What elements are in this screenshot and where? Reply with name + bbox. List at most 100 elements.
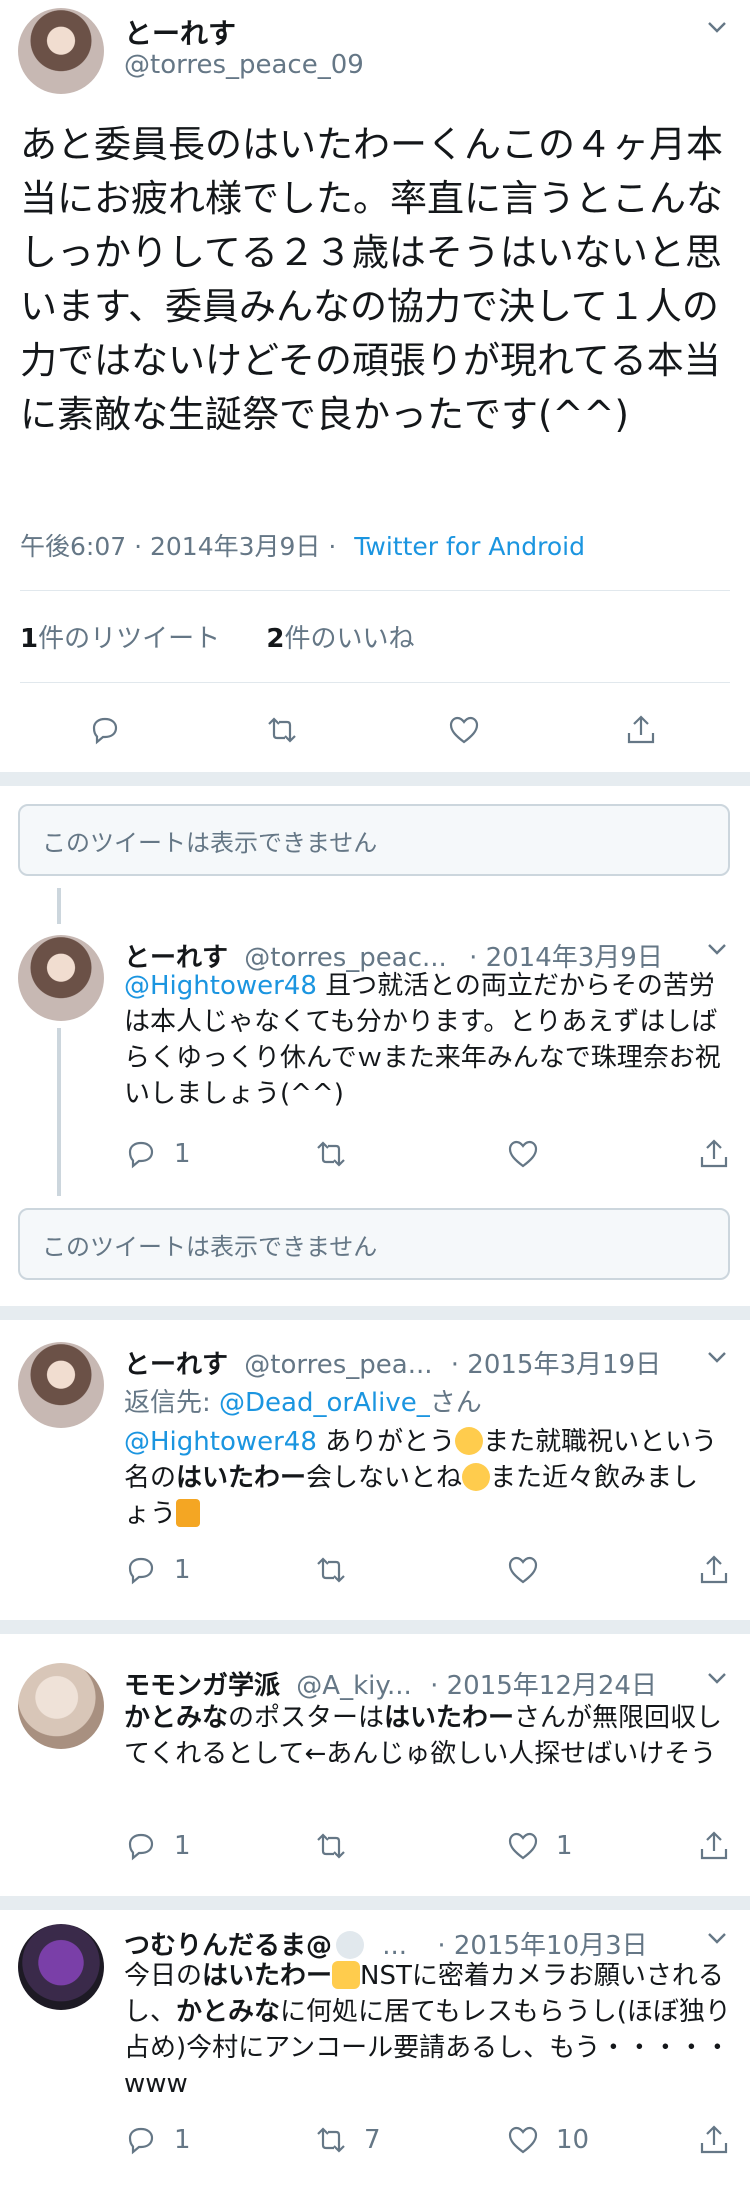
chevron-down-icon[interactable]: [706, 1346, 728, 1368]
divider: [20, 682, 730, 683]
tweet-date[interactable]: · 2015年10月3日: [437, 1931, 647, 1961]
like-icon: [508, 1832, 538, 1860]
like-icon: [449, 716, 479, 744]
avatar[interactable]: [18, 1342, 104, 1428]
like-button[interactable]: [447, 700, 481, 760]
reply-to-label: 返信先:: [124, 1388, 211, 1418]
tweet-date[interactable]: · 2015年12月24日: [430, 1671, 657, 1701]
like-button[interactable]: 10: [506, 2110, 589, 2170]
retweet-button[interactable]: [314, 1816, 364, 1876]
like-icon: [508, 2126, 538, 2154]
thread-line: [57, 888, 61, 924]
reply-to-suffix: さん: [429, 1388, 482, 1418]
chevron-down-icon[interactable]: [706, 1927, 728, 1949]
chevron-down-icon[interactable]: [706, 938, 728, 960]
avatar[interactable]: [18, 1663, 104, 1749]
share-icon: [700, 1831, 728, 1860]
section-separator: [0, 1896, 750, 1910]
avatar[interactable]: [18, 1924, 104, 2010]
avatar[interactable]: [18, 935, 104, 1021]
tweet-stats: 1件のリツイート 2件のいいね: [20, 618, 414, 655]
like-button[interactable]: 1: [506, 1816, 573, 1876]
likes-label: 件のいいね: [284, 624, 415, 654]
reply-button[interactable]: [88, 700, 122, 760]
retweets-stat[interactable]: 1件のリツイート: [20, 624, 228, 654]
section-separator: [0, 772, 750, 786]
like-button[interactable]: [506, 1540, 556, 1600]
tweet-meta: 午後6:07 · 2014年3月9日 · Twitter for Android: [20, 527, 585, 563]
reply-text: @Hightower48 ありがとう また就職祝いという名のはいたわー会しないとね…: [124, 1427, 718, 1529]
retweet-button[interactable]: [314, 1540, 364, 1600]
beer-mug-icon: [176, 1499, 201, 1527]
chevron-down-icon[interactable]: [706, 16, 728, 38]
share-icon: [700, 1555, 728, 1584]
reply-button[interactable]: 1: [124, 2110, 191, 2170]
reply-button[interactable]: 1: [124, 1816, 191, 1876]
reply-header: とーれす @torres_pea... · 2015年3月19日: [124, 1344, 661, 1381]
author-name[interactable]: つむりんだるま@: [124, 1931, 332, 1961]
likes-stat[interactable]: 2件のいいね: [266, 624, 414, 654]
smirking-face-icon: [462, 1463, 491, 1491]
reply-button[interactable]: 1: [124, 1540, 191, 1600]
tweet-text: あと委員長のはいたわーくんこの４ヶ月本当にお疲れ様でした。率直に言うとこんなしっ…: [20, 123, 723, 436]
reply-count: 1: [174, 2125, 191, 2155]
retweet-icon: [317, 1833, 345, 1859]
author-name[interactable]: とーれす: [124, 1350, 228, 1380]
author-name[interactable]: とーれす: [124, 12, 236, 52]
tweet-source[interactable]: Twitter for Android: [354, 532, 585, 561]
share-icon: [627, 715, 655, 744]
mention-link[interactable]: @Hightower48: [124, 971, 317, 1001]
share-button[interactable]: [697, 1816, 731, 1876]
retweets-label: 件のリツイート: [38, 624, 221, 654]
reply-text: @Hightower48 且つ就活との両立だからその苦労は本人じゃなくても分かり…: [124, 971, 721, 1109]
reply-text: 今日のはいたわー NSTに密着カメラお願いされるし、かとみなに何処に居てもレスもら…: [124, 1961, 731, 2099]
retweet-count: 7: [364, 2125, 381, 2155]
divider: [20, 590, 730, 591]
retweet-icon: [268, 717, 296, 743]
reply-action-bar: 1 1: [0, 1816, 750, 1876]
section-separator: [0, 1306, 750, 1320]
reply-icon: [92, 717, 118, 745]
reply-icon: [128, 1141, 154, 1169]
share-button[interactable]: [697, 1124, 731, 1184]
reply-action-bar: 1: [0, 1540, 750, 1600]
share-button[interactable]: [697, 2110, 731, 2170]
reply-text: かとみなのポスターははいたわーさんが無限回収してくれるとして←あんじゅ欲しい人探…: [124, 1703, 723, 1769]
reply-icon: [128, 1557, 154, 1585]
unavailable-tweet: このツイートは表示できません: [18, 1208, 730, 1280]
avatar[interactable]: [18, 8, 104, 94]
retweet-button[interactable]: [314, 1124, 364, 1184]
author-handle[interactable]: @A_kiy...: [296, 1671, 412, 1701]
like-count: 10: [556, 2125, 590, 2155]
snowman-icon: [336, 1931, 365, 1959]
likes-count: 2: [266, 624, 285, 654]
retweet-icon: [317, 1141, 345, 1167]
author-handle[interactable]: ...: [382, 1931, 407, 1961]
author-handle[interactable]: @torres_peace_09: [124, 50, 364, 80]
retweet-button[interactable]: 7: [314, 2110, 381, 2170]
author-handle[interactable]: @torres_pea...: [244, 1350, 432, 1380]
share-icon: [700, 2125, 728, 2154]
share-button[interactable]: [624, 700, 658, 760]
retweets-count: 1: [20, 624, 39, 654]
unavailable-tweet: このツイートは表示できません: [18, 804, 730, 876]
share-button[interactable]: [697, 1540, 731, 1600]
pointing-hand-icon: [332, 1961, 361, 1989]
reply-count: 1: [174, 1555, 191, 1585]
reply-action-bar: 1 7 10: [0, 2110, 750, 2170]
chevron-down-icon[interactable]: [706, 1667, 728, 1689]
reply-count: 1: [174, 1139, 191, 1169]
reply-to-user[interactable]: @Dead_orAlive_: [219, 1388, 430, 1418]
retweet-button[interactable]: [265, 700, 299, 760]
retweet-icon: [317, 2127, 345, 2153]
reply-button[interactable]: 1: [124, 1124, 191, 1184]
like-count: 1: [556, 1831, 573, 1861]
reply-action-bar: 1: [0, 1124, 750, 1184]
author-name[interactable]: モモンガ学派: [124, 1671, 280, 1701]
tweet-date[interactable]: · 2015年3月19日: [451, 1350, 661, 1380]
like-button[interactable]: [506, 1124, 556, 1184]
share-icon: [700, 1139, 728, 1168]
mention-link[interactable]: @Hightower48: [124, 1427, 317, 1457]
reply-to-line: 返信先: @Dead_orAlive_さん: [124, 1382, 482, 1419]
tweet-time: 午後6:07 · 2014年3月9日 ·: [20, 532, 337, 561]
